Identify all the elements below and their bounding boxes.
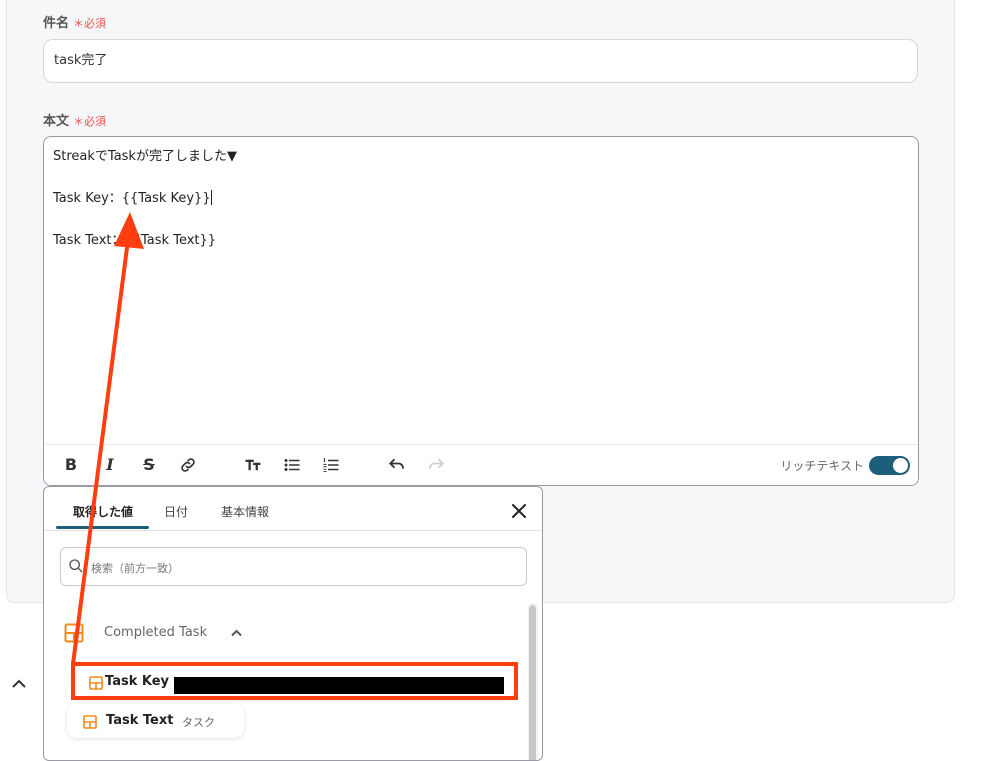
subject-required-badge: ＊必須 — [73, 17, 107, 30]
item-label: Task Text — [106, 713, 174, 728]
body-editor-content[interactable]: StreakでTaskが完了しました▼ Task Key：{{Task Key}… — [53, 146, 237, 251]
group-label: Completed Task — [104, 625, 208, 640]
search-field[interactable] — [60, 547, 527, 586]
bold-icon[interactable]: B — [60, 455, 82, 475]
undo-icon[interactable] — [386, 455, 408, 475]
highlight-box — [71, 662, 518, 700]
search-input[interactable] — [89, 556, 513, 580]
bullet-list-icon[interactable] — [281, 455, 303, 475]
redo-icon — [425, 455, 447, 475]
tab-basic-info[interactable]: 基本情報 — [221, 503, 269, 520]
table-icon — [83, 715, 97, 729]
active-tab-indicator — [56, 526, 149, 529]
body-line: Task Key：{{Task Key}} — [53, 188, 237, 209]
search-icon — [69, 559, 83, 573]
item-value: タスク — [182, 716, 215, 729]
toggle-knob — [893, 458, 908, 473]
body-label-text: 本文 — [43, 114, 70, 129]
list-item-task-text[interactable]: Task Text タスク — [67, 704, 244, 738]
body-label: 本文 ＊必須 — [43, 110, 106, 129]
body-editor[interactable]: StreakでTaskが完了しました▼ Task Key：{{Task Key}… — [43, 136, 919, 486]
chevron-up-icon[interactable] — [12, 674, 26, 693]
text-caret — [210, 190, 212, 205]
rich-text-toggle[interactable] — [869, 456, 910, 475]
subject-label-text: 件名 — [43, 16, 70, 31]
body-line — [53, 167, 237, 188]
strikethrough-icon[interactable]: S — [138, 455, 160, 475]
chevron-up-icon — [231, 626, 242, 640]
tab-divider — [44, 530, 542, 531]
table-icon — [64, 623, 84, 643]
body-line: StreakでTaskが完了しました▼ — [53, 149, 237, 164]
tab-date[interactable]: 日付 — [164, 503, 188, 520]
body-line — [53, 209, 237, 230]
link-icon[interactable] — [177, 455, 199, 475]
body-line-text: Task Key：{{Task Key}} — [53, 191, 211, 206]
font-size-icon[interactable] — [242, 455, 264, 475]
body-required-badge: ＊必須 — [73, 115, 107, 128]
close-icon[interactable] — [510, 502, 528, 520]
italic-icon[interactable]: I — [99, 455, 121, 475]
scrollbar-thumb[interactable] — [529, 605, 536, 760]
rich-text-label: リッチテキスト — [780, 459, 864, 473]
body-line: Task Text：{{Task Text}} — [53, 233, 217, 248]
subject-input[interactable]: task完了 — [43, 39, 918, 83]
numbered-list-icon[interactable] — [320, 455, 342, 475]
subject-label: 件名 ＊必須 — [43, 12, 106, 31]
editor-toolbar: B I S リッチテキスト — [44, 444, 918, 485]
tab-acquired-values[interactable]: 取得した値 — [73, 503, 133, 520]
